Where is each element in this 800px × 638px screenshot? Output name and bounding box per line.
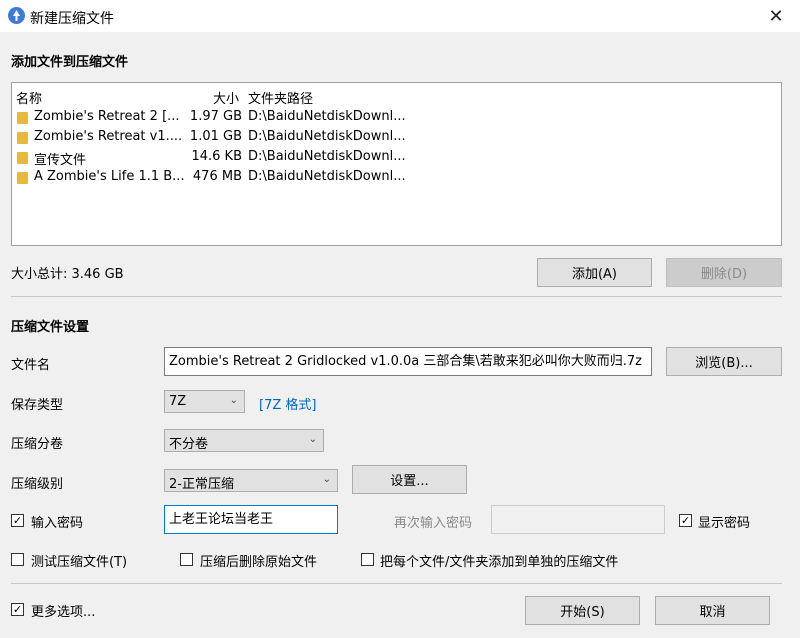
file-size: 14.6 KB <box>191 149 242 164</box>
folder-icon <box>17 112 28 124</box>
file-name: Zombie's Retreat 2 [... <box>34 109 180 124</box>
file-row[interactable]: Zombie's Retreat v1.... 1.01 GB D:\Baidu… <box>12 128 412 148</box>
file-path: D:\BaiduNetdiskDownl... <box>248 109 406 124</box>
password-label: 输入密码 <box>31 516 84 531</box>
checkmark-icon: ✓ <box>680 514 691 527</box>
repeat-password-label: 再次输入密码 <box>394 516 473 531</box>
window-title: 新建压缩文件 <box>30 11 114 27</box>
file-name: A Zombie's Life 1.1 B... <box>34 169 185 184</box>
delete-after-label: 压缩后删除原始文件 <box>200 555 318 570</box>
level-select[interactable]: 2-正常压缩 ⌄ <box>164 469 338 492</box>
volume-label: 压缩分卷 <box>11 437 64 452</box>
more-options-checkbox[interactable]: ✓ <box>11 603 24 616</box>
level-settings-button[interactable]: 设置... <box>352 465 467 494</box>
separate-archives-label: 把每个文件/文件夹添加到单独的压缩文件 <box>380 555 619 570</box>
filename-label: 文件名 <box>11 358 51 373</box>
close-icon: ✕ <box>768 5 784 27</box>
separate-archives-checkbox[interactable] <box>361 553 374 566</box>
column-header-name[interactable]: 名称 <box>16 88 42 107</box>
cancel-button[interactable]: 取消 <box>655 596 770 625</box>
file-row[interactable]: 宣传文件 14.6 KB D:\BaiduNetdiskDownl... <box>12 148 412 168</box>
start-button[interactable]: 开始(S) <box>525 596 640 625</box>
show-password-checkbox[interactable]: ✓ <box>679 514 692 527</box>
file-list[interactable]: 名称 大小 文件夹路径 Zombie's Retreat 2 [... 1.97… <box>11 82 782 246</box>
checkmark-icon: ✓ <box>12 514 23 527</box>
volume-select[interactable]: 不分卷 ⌄ <box>164 429 324 452</box>
level-value: 2-正常压缩 <box>169 477 234 492</box>
filename-value: Zombie's Retreat 2 Gridlocked v1.0.0a 三部… <box>169 354 642 369</box>
file-row[interactable]: A Zombie's Life 1.1 B... 476 MB D:\Baidu… <box>12 168 412 188</box>
add-button[interactable]: 添加(A) <box>537 258 652 287</box>
total-size: 大小总计: 3.46 GB <box>11 267 124 282</box>
settings-heading: 压缩文件设置 <box>11 320 90 335</box>
file-row[interactable]: Zombie's Retreat 2 [... 1.97 GB D:\Baidu… <box>12 108 412 128</box>
password-checkbox[interactable]: ✓ <box>11 514 24 527</box>
test-archive-checkbox[interactable] <box>11 553 24 566</box>
title-bar: 新建压缩文件 ✕ <box>0 0 800 32</box>
chevron-down-icon: ⌄ <box>322 474 331 485</box>
level-label: 压缩级别 <box>11 477 64 492</box>
section-divider <box>11 296 782 297</box>
repeat-password-input[interactable] <box>491 505 665 534</box>
bottom-divider <box>11 583 782 584</box>
file-size: 1.01 GB <box>189 129 242 144</box>
add-files-heading: 添加文件到压缩文件 <box>11 55 129 70</box>
save-type-label: 保存类型 <box>11 398 64 413</box>
test-archive-label: 测试压缩文件(T) <box>31 555 128 570</box>
save-type-value: 7Z <box>169 394 187 409</box>
file-size: 1.97 GB <box>189 109 242 124</box>
column-header-path[interactable]: 文件夹路径 <box>248 88 313 107</box>
save-type-select[interactable]: 7Z ⌄ <box>164 390 245 413</box>
filename-input[interactable]: Zombie's Retreat 2 Gridlocked v1.0.0a 三部… <box>164 347 652 376</box>
file-path: D:\BaiduNetdiskDownl... <box>248 169 406 184</box>
format-link[interactable]: [7Z 格式] <box>259 394 316 413</box>
file-name: Zombie's Retreat v1.... <box>34 129 183 144</box>
app-logo-icon <box>8 7 25 24</box>
chevron-down-icon: ⌄ <box>229 395 238 406</box>
column-header-size[interactable]: 大小 <box>213 88 239 107</box>
delete-button[interactable]: 删除(D) <box>666 258 782 287</box>
chevron-down-icon: ⌄ <box>308 434 317 445</box>
volume-value: 不分卷 <box>169 437 209 452</box>
browse-button[interactable]: 浏览(B)... <box>666 347 782 376</box>
file-size: 476 MB <box>192 169 242 184</box>
file-name: 宣传文件 <box>34 153 87 168</box>
more-options-label: 更多选项... <box>31 605 96 620</box>
file-path: D:\BaiduNetdiskDownl... <box>248 149 406 164</box>
file-path: D:\BaiduNetdiskDownl... <box>248 129 406 144</box>
checkmark-icon: ✓ <box>12 603 23 616</box>
password-input[interactable]: 上老王论坛当老王 <box>164 505 338 534</box>
password-value: 上老王论坛当老王 <box>169 512 274 527</box>
delete-after-checkbox[interactable] <box>180 553 193 566</box>
folder-icon <box>17 152 28 164</box>
show-password-label: 显示密码 <box>698 516 751 531</box>
folder-icon <box>17 132 28 144</box>
close-button[interactable]: ✕ <box>758 0 794 32</box>
folder-icon <box>17 172 28 184</box>
